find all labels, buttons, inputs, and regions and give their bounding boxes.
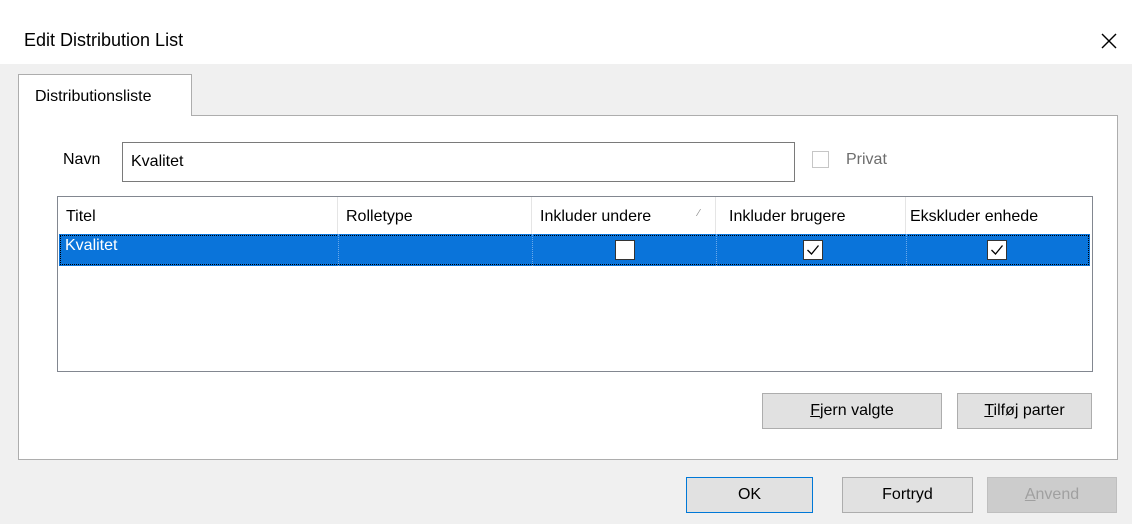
apply-label-rest: nvend (1035, 486, 1080, 503)
column-header-rolletype[interactable]: Rolletype (338, 197, 532, 235)
cell-rolletype (339, 234, 533, 266)
cancel-button[interactable]: Fortryd (842, 477, 973, 513)
cell-inkluder-undere (533, 234, 717, 266)
tab-label: Distributionsliste (35, 88, 152, 105)
column-header-inkluder-brugere[interactable]: Inkluder brugere (716, 197, 906, 235)
column-header-ekskluder-enhede[interactable]: Ekskluder enhede (906, 197, 1092, 235)
column-header-label: Ekskluder enhede (910, 208, 1039, 225)
close-button[interactable] (1086, 18, 1132, 64)
remove-selected-button[interactable]: Fjern valgte (762, 393, 942, 429)
private-checkbox[interactable] (812, 151, 829, 168)
add-parties-label-rest: ilføj parter (993, 402, 1065, 419)
column-header-inkluder-undere[interactable]: Inkluder undere ⁄ (532, 197, 716, 235)
dialog-title: Edit Distribution List (24, 30, 184, 50)
column-header-label: Inkluder brugere (729, 208, 846, 225)
distribution-grid[interactable]: Titel Rolletype Inkluder undere ⁄ Inklud… (57, 196, 1093, 372)
add-parties-accel: T (984, 402, 994, 419)
name-field[interactable] (122, 142, 795, 182)
ekskluder-enhede-checkbox[interactable] (987, 240, 1007, 260)
cell-ekskluder-enhede (907, 234, 1090, 266)
column-header-titel[interactable]: Titel (58, 197, 338, 235)
cell-titel: Kvalitet (59, 234, 339, 266)
column-header-label: Titel (66, 208, 96, 225)
checkmark-icon (991, 245, 1004, 255)
ok-button[interactable]: OK (686, 477, 813, 513)
add-parties-button[interactable]: Tilføj parter (957, 393, 1092, 429)
tab-distributionsliste[interactable]: Distributionsliste (18, 74, 192, 116)
apply-accel: A (1024, 486, 1036, 503)
cell-inkluder-brugere (717, 234, 907, 266)
remove-selected-label-rest: jern valgte (819, 402, 894, 419)
inkluder-undere-checkbox[interactable] (615, 240, 635, 260)
name-label: Navn (63, 151, 101, 168)
table-row[interactable]: Kvalitet (59, 234, 1090, 266)
cell-titel-text: Kvalitet (65, 237, 118, 254)
apply-button[interactable]: Anvend (987, 477, 1117, 513)
checkmark-icon (807, 245, 820, 255)
private-label: Privat (846, 151, 887, 168)
remove-selected-accel: F (810, 402, 820, 419)
sort-indicator-icon: ⁄ (698, 208, 700, 219)
column-header-label: Rolletype (346, 208, 413, 225)
dialog-titlebar: Edit Distribution List (0, 0, 1132, 64)
column-header-label: Inkluder undere (540, 208, 652, 225)
inkluder-brugere-checkbox[interactable] (803, 240, 823, 260)
close-icon (1101, 33, 1117, 49)
